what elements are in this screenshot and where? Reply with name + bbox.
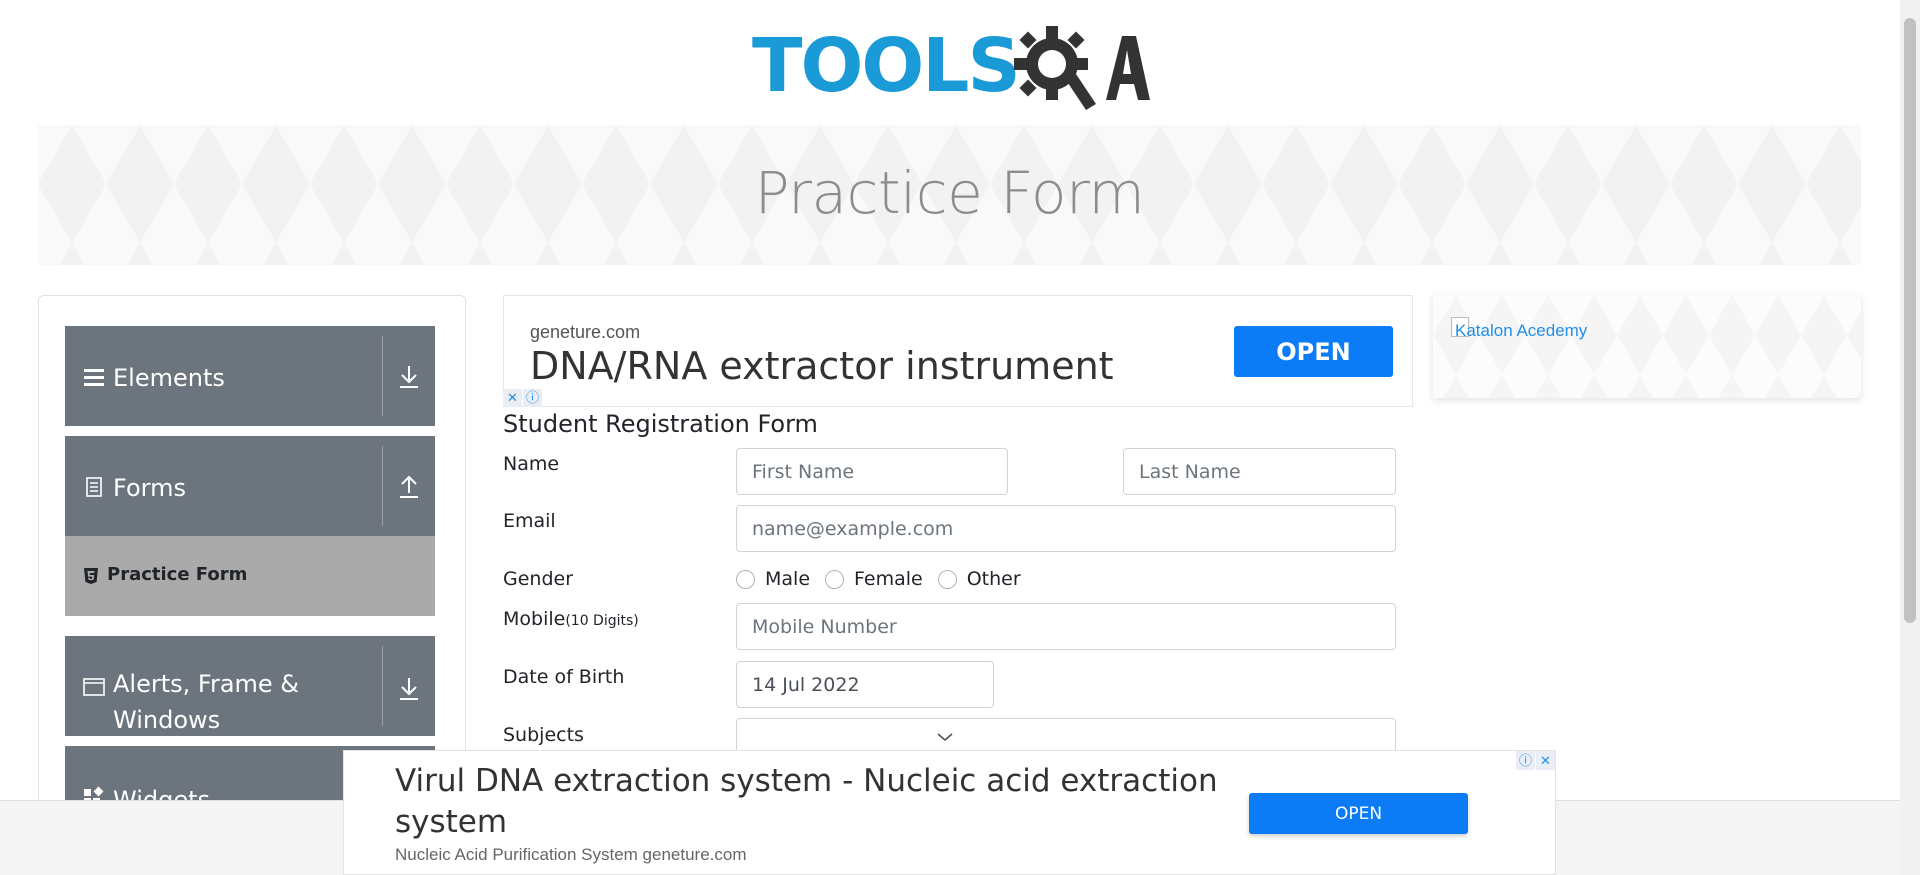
ad-choices[interactable]: ✕ ⓘ <box>503 389 543 407</box>
page-scrollbar[interactable] <box>1900 0 1920 875</box>
document-icon <box>86 477 102 497</box>
divider <box>382 646 383 726</box>
logo-gear-qa-icon <box>1014 26 1150 110</box>
sidebar-group-alerts[interactable]: Alerts, Frame & Windows <box>65 636 435 736</box>
divider <box>382 446 383 526</box>
right-ad[interactable]: Katalon Acedemy <box>1433 295 1861 398</box>
ad-domain: geneture.com <box>530 322 641 342</box>
last-name-input[interactable] <box>1123 448 1396 495</box>
chevron-down-icon[interactable] <box>935 727 955 747</box>
ad-open-button[interactable]: OPEN <box>1234 326 1393 377</box>
sidebar-group-forms[interactable]: Forms <box>65 436 435 536</box>
mobile-number-input[interactable] <box>736 603 1396 650</box>
date-of-birth-input[interactable] <box>736 661 994 708</box>
ad-headline[interactable]: Virul DNA extraction system - Nucleic ac… <box>395 761 1225 843</box>
first-name-input[interactable] <box>736 448 1008 495</box>
form-title: Student Registration Form <box>503 410 818 438</box>
download-arrow-icon[interactable] <box>392 672 426 706</box>
close-icon[interactable]: ✕ <box>503 389 522 407</box>
upload-arrow-icon[interactable] <box>392 470 426 504</box>
group-label: Alerts, Frame & Windows <box>113 670 300 734</box>
dob-label: Date of Birth <box>503 666 625 688</box>
window-icon <box>83 678 105 696</box>
email-label: Email <box>503 510 556 532</box>
gender-radio-other[interactable]: Other <box>937 568 1021 590</box>
download-arrow-icon[interactable] <box>392 360 426 394</box>
close-icon[interactable]: ✕ <box>1536 751 1555 770</box>
subjects-input[interactable] <box>736 718 1396 754</box>
radio-label[interactable]: Male <box>765 568 810 590</box>
gender-radio-male[interactable]: Male <box>736 568 810 590</box>
group-label: Forms <box>113 474 186 502</box>
ad-headline[interactable]: DNA/RNA extractor instrument <box>530 344 1114 388</box>
name-label: Name <box>503 453 560 475</box>
right-ad-link[interactable]: Katalon Acedemy <box>1455 321 1587 341</box>
mobile-label-text: Mobile <box>503 608 566 630</box>
email-field[interactable] <box>736 505 1396 552</box>
sidebar-item-practice-form[interactable]: Practice Form <box>65 536 435 616</box>
scrollbar-thumb[interactable] <box>1904 18 1916 623</box>
toolsqa-logo[interactable]: TOOLS <box>752 18 1152 113</box>
subjects-label: Subjects <box>503 724 584 746</box>
ad-banner-bottom[interactable]: Virul DNA extraction system - Nucleic ac… <box>343 750 1556 875</box>
mobile-hint: (10 Digits) <box>565 613 639 629</box>
radio-circle[interactable] <box>937 569 957 589</box>
site-header: TOOLS <box>0 0 1900 125</box>
info-icon[interactable]: ⓘ <box>1516 751 1535 770</box>
gender-label: Gender <box>503 568 574 590</box>
html5-icon <box>84 568 98 584</box>
ad-subline: Nucleic Acid Purification System genetur… <box>395 845 747 864</box>
group-header[interactable]: Elements <box>65 326 435 426</box>
sidebar-item-label: Practice Form <box>107 564 248 585</box>
page-title: Practice Form <box>754 159 1145 227</box>
page-banner: Practice Form <box>38 125 1861 265</box>
sidebar-group-elements[interactable]: Elements <box>65 326 435 426</box>
group-header[interactable]: Alerts, Frame & Windows <box>65 636 435 736</box>
radio-circle[interactable] <box>736 569 755 589</box>
mobile-label: Mobile(10 Digits) <box>503 608 639 630</box>
ad-choices[interactable]: ⓘ ✕ <box>1516 751 1556 771</box>
info-icon[interactable]: ⓘ <box>523 389 542 407</box>
gender-radio-female[interactable]: Female <box>825 568 923 590</box>
ad-banner-top[interactable]: geneture.com DNA/RNA extractor instrumen… <box>503 295 1413 407</box>
radio-label[interactable]: Female <box>854 568 923 590</box>
group-label: Elements <box>113 364 225 392</box>
gender-radio-group: Male Female Other <box>736 566 1036 592</box>
logo-text: TOOLS <box>752 23 1021 109</box>
ad-open-button[interactable]: OPEN <box>1249 793 1468 834</box>
divider <box>382 336 383 416</box>
hamburger-icon <box>84 369 104 386</box>
radio-label[interactable]: Other <box>967 568 1021 590</box>
group-header[interactable]: Forms <box>65 436 435 536</box>
radio-circle[interactable] <box>825 569 845 589</box>
